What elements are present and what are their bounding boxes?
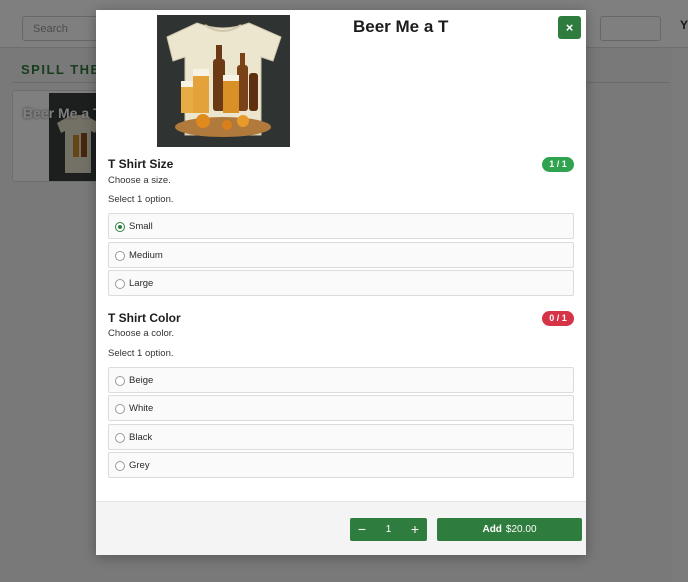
- quantity-value[interactable]: 1: [374, 518, 403, 541]
- add-price: $20.00: [505, 524, 537, 535]
- radio-white[interactable]: [115, 404, 125, 414]
- size-section-title: T Shirt Size: [108, 157, 174, 171]
- radio-black[interactable]: [115, 433, 125, 443]
- option-label: Black: [129, 432, 153, 443]
- product-modal: Beer Me a T × T Shirt Size 1 / 1 Choose …: [96, 10, 586, 555]
- radio-small[interactable]: [115, 222, 125, 232]
- radio-medium[interactable]: [115, 251, 125, 261]
- size-status-badge: 1 / 1: [542, 157, 574, 172]
- product-image: [101, 15, 331, 151]
- close-button[interactable]: ×: [558, 16, 581, 39]
- minus-icon[interactable]: −: [350, 518, 374, 541]
- option-white[interactable]: White: [108, 395, 574, 421]
- radio-grey[interactable]: [115, 461, 125, 471]
- option-medium[interactable]: Medium: [108, 242, 574, 268]
- plus-icon[interactable]: +: [403, 518, 427, 541]
- size-section-subtitle: Choose a size.: [108, 175, 171, 186]
- option-black[interactable]: Black: [108, 424, 574, 450]
- color-section-subtitle: Choose a color.: [108, 328, 175, 339]
- color-section-hint: Select 1 option.: [108, 348, 174, 359]
- option-beige[interactable]: Beige: [108, 367, 574, 393]
- size-section-hint: Select 1 option.: [108, 194, 174, 205]
- modal-footer: − 1 + Add $20.00: [96, 501, 586, 555]
- option-label: Medium: [129, 250, 163, 261]
- option-label: Grey: [129, 460, 150, 471]
- add-label: Add: [482, 524, 502, 535]
- option-label: Beige: [129, 375, 154, 386]
- product-image-art: [157, 15, 290, 147]
- option-label: White: [129, 403, 154, 414]
- option-label: Large: [129, 278, 154, 289]
- option-grey[interactable]: Grey: [108, 452, 574, 478]
- option-large[interactable]: Large: [108, 270, 574, 296]
- quantity-stepper: − 1 +: [350, 518, 427, 541]
- radio-beige[interactable]: [115, 376, 125, 386]
- close-icon: ×: [565, 20, 574, 35]
- color-status-badge: 0 / 1: [542, 311, 574, 326]
- add-to-cart-button[interactable]: Add $20.00: [437, 518, 582, 541]
- radio-large[interactable]: [115, 279, 125, 289]
- option-small[interactable]: Small: [108, 213, 574, 239]
- product-title: Beer Me a T: [353, 17, 449, 36]
- option-label: Small: [129, 221, 153, 232]
- color-section-title: T Shirt Color: [108, 311, 181, 325]
